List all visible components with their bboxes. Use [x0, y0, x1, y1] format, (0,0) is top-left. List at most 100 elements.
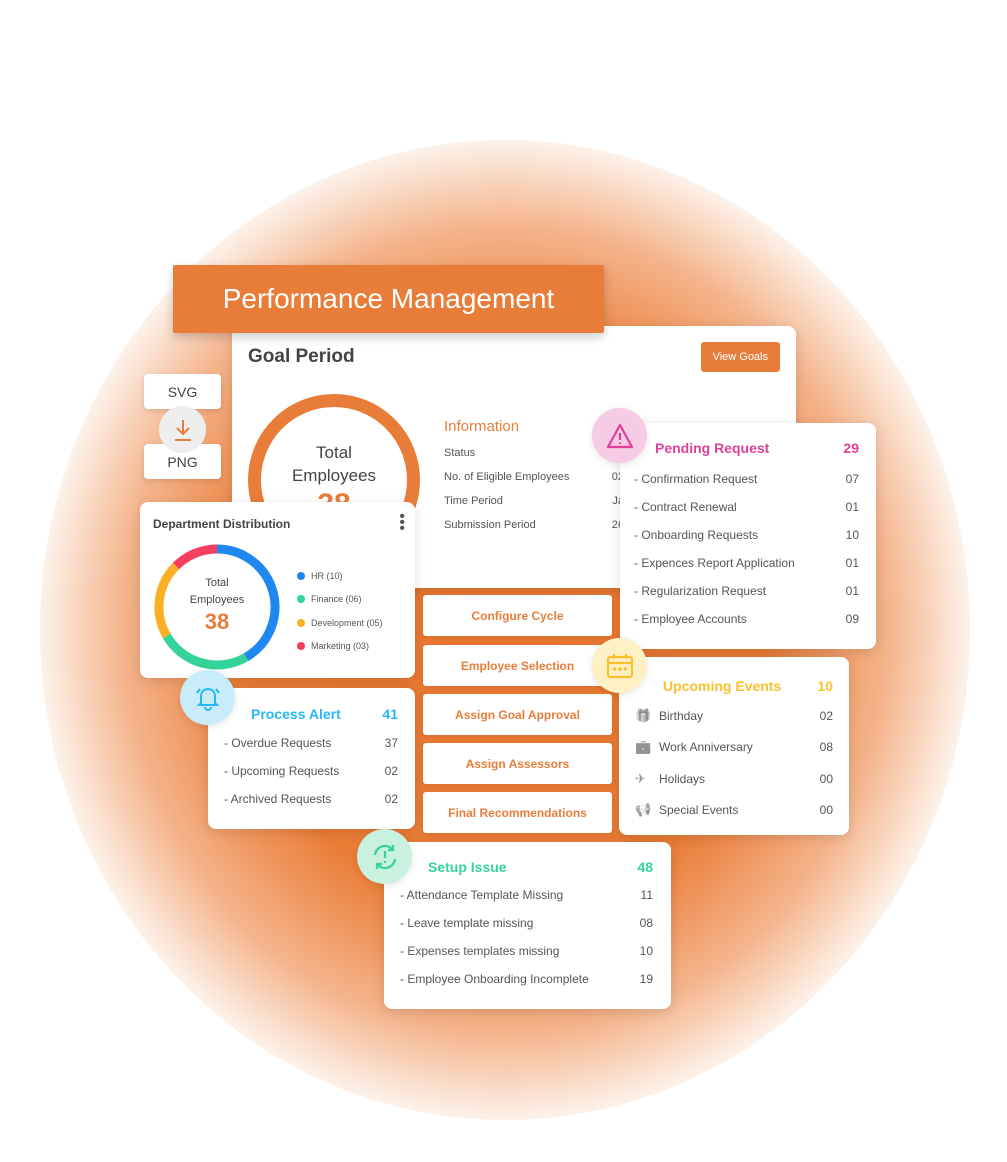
list-item[interactable]: - Upcoming Requests 02	[224, 757, 398, 785]
pending-count: 29	[843, 440, 859, 456]
setup-issue-card: Setup Issue 48 - Attendance Template Miss…	[384, 842, 671, 1009]
step-button[interactable]: Final Recommendations	[423, 792, 612, 833]
legend-item: Finance (06)	[297, 588, 383, 612]
item-value: 37	[384, 736, 398, 750]
item-value: 02	[384, 764, 398, 778]
gift-icon: 🎁	[635, 707, 652, 723]
donut-segment	[162, 633, 249, 670]
list-item[interactable]: 🎁 Birthday 02	[635, 700, 833, 732]
info-row: No. of Eligible Employees 02	[444, 471, 624, 495]
step-button[interactable]: Assign Assessors	[423, 743, 612, 784]
setup-title: Setup Issue	[428, 859, 507, 875]
list-item[interactable]: 💼 Work Anniversary 08	[635, 732, 833, 764]
list-item[interactable]: - Regularization Request 01	[634, 577, 859, 605]
item-label: Work Anniversary	[659, 740, 753, 755]
item-label: - Expences Report Application	[634, 556, 795, 570]
briefcase-icon: 💼	[635, 739, 652, 755]
list-item[interactable]: - Attendance Template Missing 11	[400, 881, 653, 909]
list-item[interactable]: - Expenses templates missing 10	[400, 937, 653, 965]
list-item[interactable]: - Expences Report Application 01	[634, 549, 859, 577]
ring-label: Total	[316, 443, 352, 462]
list-item[interactable]: - Onboarding Requests 10	[634, 521, 859, 549]
item-value: 09	[845, 612, 859, 626]
info-label: Time Period	[444, 495, 503, 507]
item-value: 07	[845, 472, 859, 486]
megaphone-icon: 📢	[635, 802, 652, 818]
item-value: 08	[639, 916, 653, 930]
step-button[interactable]: Assign Goal Approval	[423, 694, 612, 735]
item-label: Holidays	[659, 771, 706, 786]
legend-label: HR (10)	[311, 570, 343, 581]
item-label: - Contract Renewal	[634, 500, 737, 514]
item-label: - Employee Accounts	[634, 612, 747, 626]
upcoming-events-card: Upcoming Events 10 🎁 Birthday 02 💼 Work Anniv…	[619, 657, 849, 835]
donut-label: Total	[205, 577, 229, 589]
page-title: Performance Management	[173, 265, 604, 333]
info-label: Submission Period	[444, 519, 536, 531]
list-item[interactable]: 📢 Special Events 00	[635, 795, 833, 827]
item-label: - Upcoming Requests	[224, 764, 340, 778]
legend-item: Development (05)	[297, 611, 383, 635]
legend-dot	[297, 618, 305, 627]
export-svg-button[interactable]: SVG	[144, 374, 221, 409]
list-item[interactable]: - Confirmation Request 07	[634, 465, 859, 493]
item-value: 01	[845, 500, 859, 514]
legend-dot	[297, 595, 305, 604]
item-value: 11	[640, 888, 653, 902]
events-title: Upcoming Events	[663, 678, 782, 694]
list-item[interactable]: - Leave template missing 08	[400, 909, 653, 937]
calendar-icon	[592, 638, 647, 693]
list-item[interactable]: - Overdue Requests 37	[224, 729, 398, 757]
info-row: Time Period Ja	[444, 495, 624, 519]
item-value: 02	[819, 708, 833, 723]
alert-count: 41	[382, 706, 398, 722]
legend-item: HR (10)	[297, 564, 383, 588]
item-label: - Regularization Request	[634, 584, 767, 598]
info-label: Status	[444, 447, 476, 459]
refresh-alert-icon	[357, 829, 412, 884]
pending-title: Pending Request	[655, 440, 770, 456]
step-button[interactable]: Configure Cycle	[423, 595, 612, 636]
bell-icon	[180, 670, 235, 725]
donut-total: 38	[204, 609, 230, 634]
list-item[interactable]: - Contract Renewal 01	[634, 493, 859, 521]
list-item[interactable]: - Employee Onboarding Incomplete 19	[400, 965, 653, 993]
item-label: - Expenses templates missing	[400, 944, 560, 958]
legend-label: Development (05)	[311, 617, 383, 628]
more-options-icon[interactable]: • • •	[399, 509, 405, 537]
item-label: - Employee Onboarding Incomplete	[400, 972, 589, 986]
process-alert-card: Process Alert 41 - Overdue Requests 37 - Up…	[208, 688, 415, 829]
donut-label: Employees	[189, 594, 245, 606]
item-value: 10	[639, 944, 653, 958]
setup-count: 48	[637, 859, 653, 875]
events-count: 10	[817, 678, 833, 694]
item-label: - Leave template missing	[400, 916, 534, 930]
ring-label: Employees	[291, 466, 377, 485]
legend-dot	[297, 571, 305, 580]
department-distribution-card: Department Distribution • • • Total Employ…	[140, 502, 415, 678]
item-label: - Onboarding Requests	[634, 528, 759, 542]
legend-item: Marketing (03)	[297, 635, 383, 659]
item-value: 02	[384, 792, 398, 806]
alert-title: Process Alert	[251, 706, 341, 722]
legend-label: Marketing (03)	[311, 641, 370, 652]
list-item[interactable]: - Archived Requests 02	[224, 785, 398, 813]
item-value: 10	[845, 528, 859, 542]
item-value: 01	[845, 556, 859, 570]
item-label: Birthday	[659, 708, 704, 723]
step-button[interactable]: Employee Selection	[423, 645, 612, 686]
donut-center: Total Employees 38	[153, 543, 281, 634]
warning-icon	[592, 408, 647, 463]
item-value: 00	[819, 803, 833, 818]
item-label: - Archived Requests	[224, 792, 332, 806]
item-label: - Attendance Template Missing	[400, 888, 564, 902]
item-label: - Overdue Requests	[224, 736, 332, 750]
view-goals-button[interactable]: View Goals	[700, 342, 780, 372]
department-title: Department Distribution	[153, 517, 291, 531]
pending-request-card: Pending Request 29 - Confirmation Request…	[620, 423, 876, 649]
airplane-icon: ✈	[635, 770, 646, 786]
list-item[interactable]: - Employee Accounts 09	[634, 605, 859, 633]
list-item[interactable]: ✈ Holidays 00	[635, 763, 833, 795]
item-value: 01	[845, 584, 859, 598]
download-icon[interactable]	[159, 406, 206, 453]
